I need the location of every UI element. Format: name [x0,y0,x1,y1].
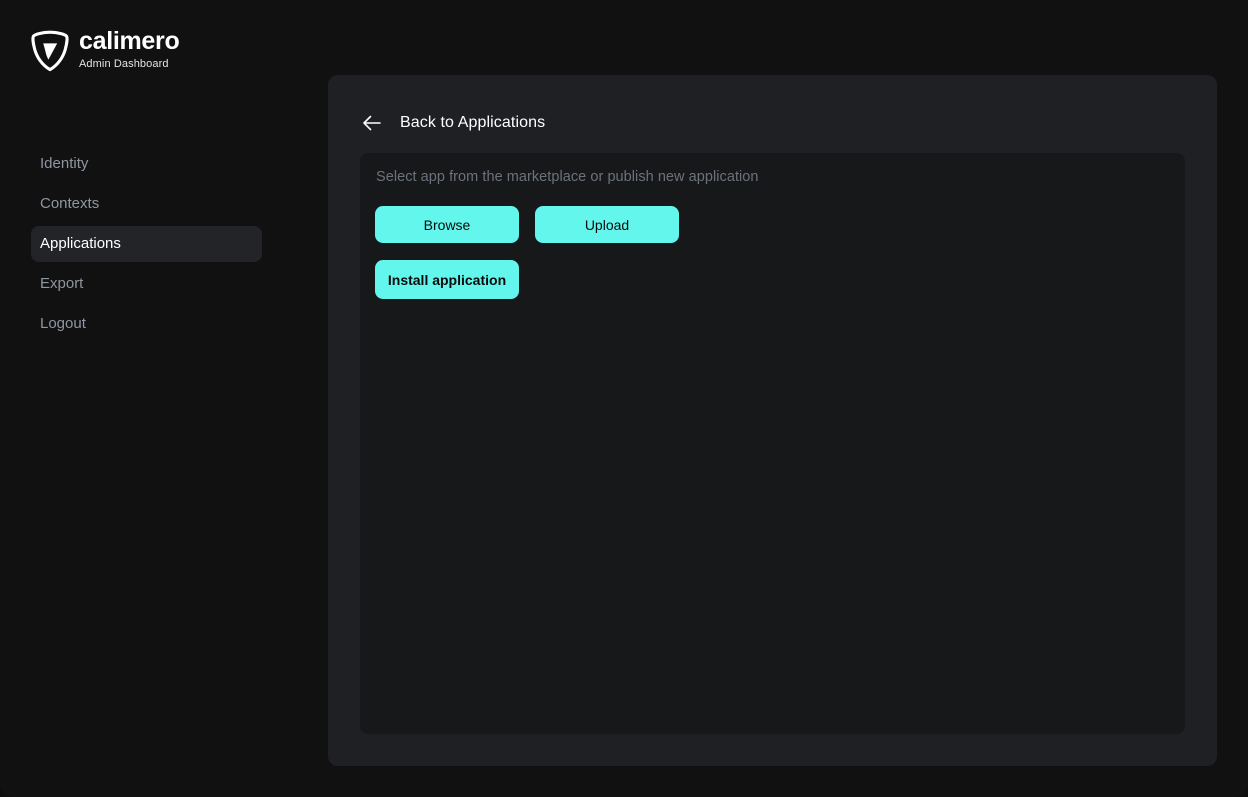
sidebar-item-identity[interactable]: Identity [31,146,262,182]
arrow-left-icon[interactable] [360,111,384,135]
sidebar-item-applications[interactable]: Applications [31,226,262,262]
app-root: calimero Admin Dashboard Identity Contex… [0,0,1248,797]
sidebar: calimero Admin Dashboard Identity Contex… [0,0,300,797]
brand-subtitle: Admin Dashboard [79,58,169,70]
calimero-shield-icon [31,30,69,72]
install-application-button[interactable]: Install application [375,260,519,299]
secondary-action-row: Install application [375,260,519,299]
sidebar-item-logout[interactable]: Logout [31,306,262,342]
applications-panel: Back to Applications Select app from the… [328,75,1217,766]
brand-name: calimero [79,27,180,55]
sidebar-item-export[interactable]: Export [31,266,262,302]
card-caption: Select app from the marketplace or publi… [376,169,759,185]
upload-button[interactable]: Upload [535,206,679,243]
brand-logo[interactable]: calimero Admin Dashboard [31,27,180,72]
page-title: Back to Applications [400,114,546,131]
panel-header: Back to Applications [360,111,545,135]
sidebar-nav: Identity Contexts Applications Export Lo… [31,146,262,346]
install-application-card: Select app from the marketplace or publi… [360,153,1185,734]
browse-button[interactable]: Browse [375,206,519,243]
primary-action-row: Browse Upload [375,206,679,243]
sidebar-item-contexts[interactable]: Contexts [31,186,262,222]
